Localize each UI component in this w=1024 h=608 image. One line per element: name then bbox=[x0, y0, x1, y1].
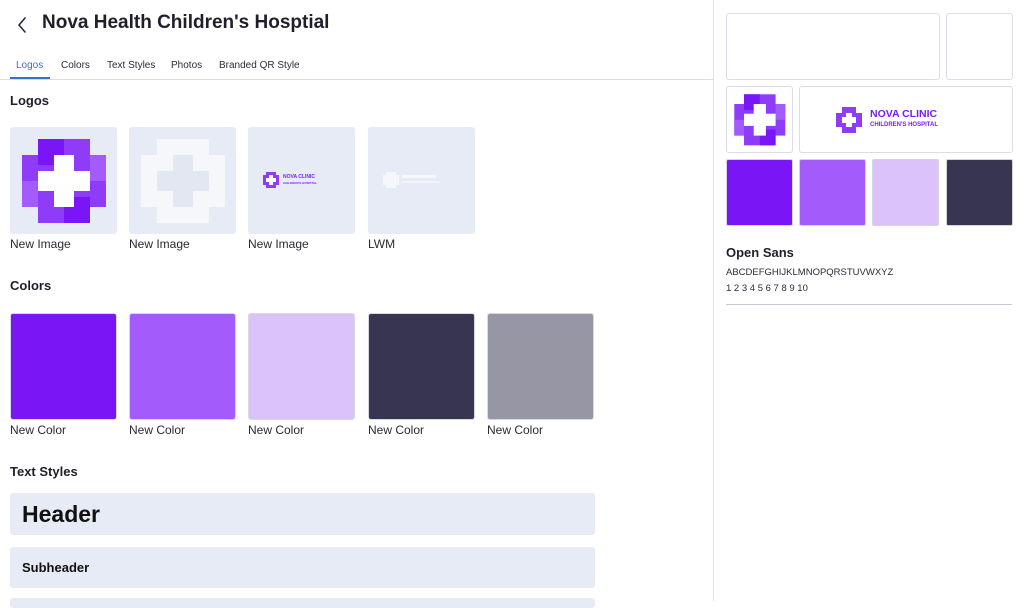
preview-color-swatch bbox=[872, 159, 939, 226]
purple-cross-icon bbox=[22, 139, 106, 223]
color-caption: New Color bbox=[248, 423, 305, 437]
logo-caption: New Image bbox=[129, 237, 190, 251]
white-wordmark-icon bbox=[383, 172, 440, 188]
white-cross-icon bbox=[141, 139, 225, 223]
brand-preview-panel: NOVA CLINIC CHILDREN'S HOSPITAL Open San… bbox=[713, 0, 1024, 601]
page-header: Nova Health Children's Hosptial bbox=[0, 0, 713, 52]
logo-tile[interactable] bbox=[129, 127, 236, 234]
color-caption: New Color bbox=[487, 423, 544, 437]
color-caption: New Color bbox=[368, 423, 425, 437]
preview-color-swatch bbox=[799, 159, 866, 226]
tab-colors[interactable]: Colors bbox=[61, 60, 90, 71]
preview-color-swatch bbox=[726, 159, 793, 226]
preview-logo-icon bbox=[726, 86, 793, 153]
preview-empty-slot bbox=[726, 13, 940, 80]
chevron-left-icon bbox=[18, 17, 26, 33]
logo-tile[interactable] bbox=[368, 127, 475, 234]
preview-font-letters: ABCDEFGHIJKLMNOPQRSTUVWXYZ bbox=[726, 267, 894, 278]
text-style-subheader-label: Subheader bbox=[22, 560, 90, 575]
color-caption: New Color bbox=[10, 423, 67, 437]
brand-kit-editor: Nova Health Children's Hosptial Logos Co… bbox=[0, 0, 713, 608]
logo-caption: New Image bbox=[248, 237, 309, 251]
preview-font-digits: 1 2 3 4 5 6 7 8 9 10 bbox=[726, 283, 808, 294]
color-caption: New Color bbox=[129, 423, 186, 437]
preview-wordmark-title: NOVA CLINIC bbox=[870, 108, 938, 120]
logo-caption: New Image bbox=[10, 237, 71, 251]
tab-photos[interactable]: Photos bbox=[171, 60, 202, 71]
text-style-header-label: Header bbox=[22, 501, 100, 527]
tab-text-styles[interactable]: Text Styles bbox=[107, 60, 155, 71]
preview-empty-slot bbox=[946, 13, 1013, 80]
tab-branded-qr-style[interactable]: Branded QR Style bbox=[219, 60, 300, 71]
color-swatch[interactable] bbox=[129, 313, 236, 420]
color-swatch[interactable] bbox=[368, 313, 475, 420]
preview-wordmark: NOVA CLINIC CHILDREN'S HOSPITAL bbox=[799, 86, 1013, 153]
purple-cross-icon bbox=[734, 94, 786, 146]
color-swatch[interactable] bbox=[487, 313, 594, 420]
divider bbox=[726, 304, 1012, 305]
tab-logos[interactable]: Logos bbox=[16, 60, 43, 71]
logo-caption: LWM bbox=[368, 237, 396, 251]
logos-section-title: Logos bbox=[10, 93, 49, 108]
logo-tile[interactable]: NOVA CLINIC CHILDREN'S HOSPITAL bbox=[248, 127, 355, 234]
back-button[interactable] bbox=[12, 12, 34, 38]
color-swatch[interactable] bbox=[10, 313, 117, 420]
tab-bar: Logos Colors Text Styles Photos Branded … bbox=[0, 56, 713, 80]
color-swatch[interactable] bbox=[248, 313, 355, 420]
colors-section-title: Colors bbox=[10, 278, 52, 293]
text-style-subheader[interactable]: Subheader bbox=[10, 547, 595, 588]
page-title: Nova Health Children's Hosptial bbox=[42, 12, 330, 33]
active-tab-indicator bbox=[10, 77, 50, 79]
text-style-body[interactable] bbox=[10, 598, 595, 608]
text-styles-section-title: Text Styles bbox=[10, 464, 78, 479]
logo-tile[interactable] bbox=[10, 127, 117, 234]
preview-font-name: Open Sans bbox=[726, 245, 794, 260]
wordmark-subtitle: CHILDREN'S HOSPITAL bbox=[283, 181, 317, 185]
wordmark-title: NOVA CLINIC bbox=[283, 174, 315, 180]
preview-color-swatch bbox=[946, 159, 1013, 226]
preview-wordmark-subtitle: CHILDREN'S HOSPITAL bbox=[870, 122, 938, 128]
nova-clinic-logo-icon bbox=[836, 107, 862, 133]
text-style-header[interactable]: Header bbox=[10, 493, 595, 535]
